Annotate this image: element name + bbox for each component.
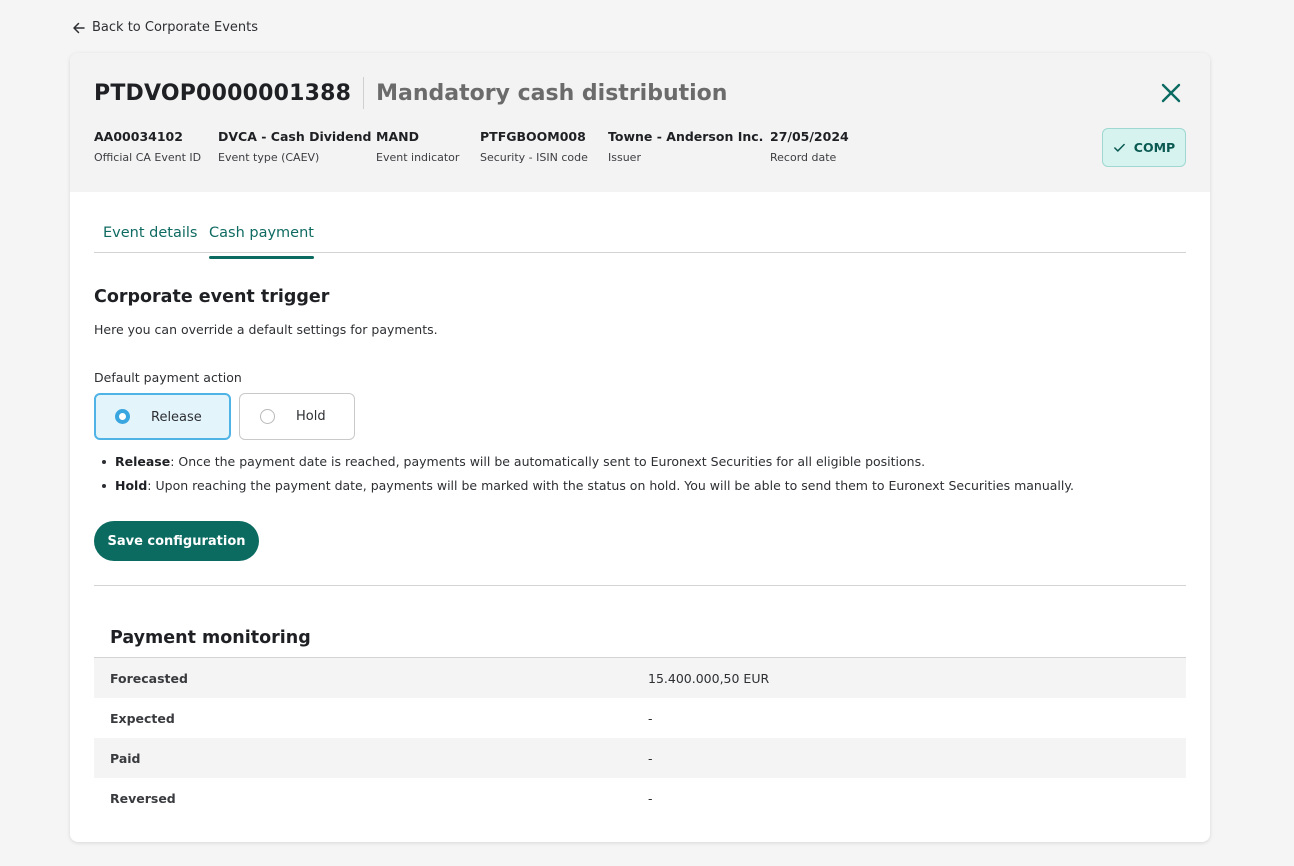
trigger-section-title: Corporate event trigger <box>94 287 330 307</box>
help-term: Release <box>115 454 171 469</box>
event-id: PTDVOP0000001388 <box>94 80 352 106</box>
meta-label: Event indicator <box>376 151 460 164</box>
meta-label: Event type (CAEV) <box>218 151 320 164</box>
radio-hold[interactable]: Hold <box>239 393 355 440</box>
tab-event-details[interactable]: Event details <box>103 225 197 241</box>
title-divider <box>363 77 365 109</box>
payment-action-help: Release: Once the payment date is reache… <box>102 454 1074 502</box>
save-configuration-button[interactable]: Save configuration <box>94 521 259 561</box>
radio-release[interactable]: Release <box>94 393 231 440</box>
radio-button-icon <box>115 409 130 424</box>
table-row: Reversed - <box>94 778 1186 818</box>
row-value: 15.400.000,50 EUR <box>648 671 770 686</box>
table-row: Forecasted 15.400.000,50 EUR <box>94 658 1186 698</box>
default-payment-action-label: Default payment action <box>94 370 242 385</box>
meta-event-indicator: MAND Event indicator <box>376 129 459 164</box>
meta-value: PTFGBOOM008 <box>480 129 586 144</box>
meta-isin-code: PTFGBOOM008 Security - ISIN code <box>480 129 588 164</box>
row-value: - <box>648 791 653 806</box>
meta-label: Issuer <box>608 151 641 164</box>
status-badge-label: COMP <box>1133 140 1176 155</box>
row-label: Reversed <box>110 791 176 806</box>
back-link-label: Back to Corporate Events <box>92 20 259 35</box>
section-divider <box>94 585 1186 586</box>
meta-official-ca-event-id: AA00034102 Official CA Event ID <box>94 129 201 164</box>
table-row: Expected - <box>94 698 1186 738</box>
tab-cash-payment[interactable]: Cash payment <box>209 225 314 259</box>
meta-issuer: Towne - Anderson Inc. Issuer <box>608 129 763 164</box>
meta-label: Security - ISIN code <box>480 151 588 164</box>
meta-event-type: DVCA - Cash Dividend Event type (CAEV) <box>218 129 371 164</box>
meta-value: Towne - Anderson Inc. <box>608 129 764 144</box>
radio-hold-label: Hold <box>296 409 326 424</box>
trigger-section-description: Here you can override a default settings… <box>94 322 438 337</box>
back-to-corporate-events-link[interactable]: Back to Corporate Events <box>72 20 258 35</box>
meta-label: Record date <box>770 151 837 164</box>
tabs: Event details Cash payment <box>94 215 1186 259</box>
event-card: PTDVOP0000001388 Mandatory cash distribu… <box>70 53 1210 842</box>
arrow-left-icon <box>73 22 85 33</box>
meta-label: Official CA Event ID <box>94 151 202 164</box>
check-icon <box>1113 143 1125 152</box>
payment-monitoring-title: Payment monitoring <box>110 628 311 648</box>
table-row: Paid - <box>94 738 1186 778</box>
event-header: PTDVOP0000001388 Mandatory cash distribu… <box>70 53 1210 192</box>
status-badge: COMP <box>1102 128 1186 167</box>
help-item-release: Release: Once the payment date is reache… <box>102 454 1074 478</box>
help-item-hold: Hold: Upon reaching the payment date, pa… <box>102 478 1074 502</box>
radio-button-icon <box>260 409 275 424</box>
payment-monitoring-table: Forecasted 15.400.000,50 EUR Expected - … <box>94 657 1186 818</box>
meta-value: AA00034102 <box>94 129 183 144</box>
meta-value: MAND <box>376 129 419 144</box>
meta-value: DVCA - Cash Dividend <box>218 129 372 144</box>
help-text: : Upon reaching the payment date, paymen… <box>147 478 1074 493</box>
close-icon <box>1161 83 1181 103</box>
row-label: Expected <box>110 711 175 726</box>
row-label: Forecasted <box>110 671 188 686</box>
row-value: - <box>648 751 653 766</box>
row-label: Paid <box>110 751 141 766</box>
title-row: PTDVOP0000001388 Mandatory cash distribu… <box>94 77 727 109</box>
meta-value: 27/05/2024 <box>770 129 849 144</box>
event-name: Mandatory cash distribution <box>376 80 728 106</box>
row-value: - <box>648 711 653 726</box>
close-button[interactable] <box>1158 80 1184 106</box>
help-term: Hold <box>115 478 148 493</box>
radio-release-label: Release <box>151 410 202 425</box>
help-text: : Once the payment date is reached, paym… <box>170 454 926 469</box>
meta-record-date: 27/05/2024 Record date <box>770 129 849 164</box>
